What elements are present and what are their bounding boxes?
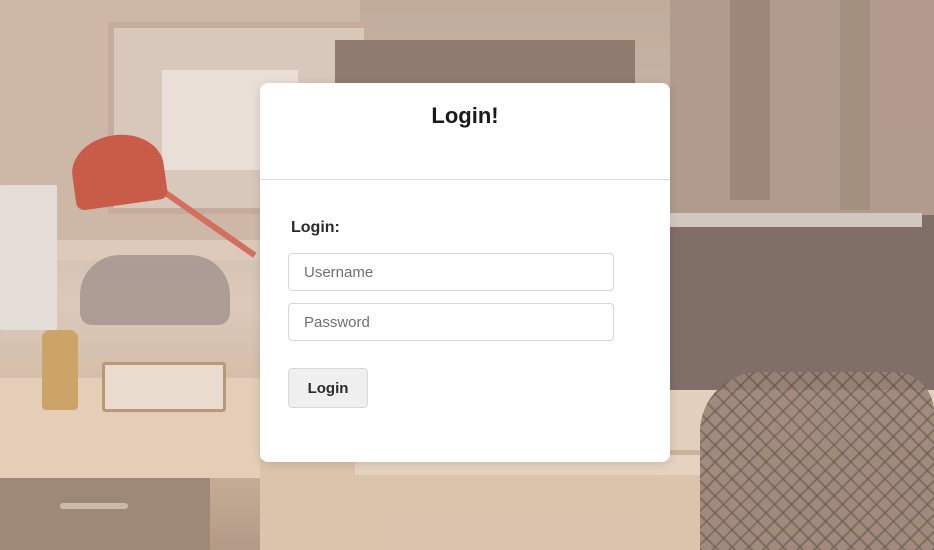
- modal-title: Login!: [431, 103, 499, 128]
- login-modal: Login! Login: Login: [260, 83, 670, 462]
- login-button[interactable]: Login: [288, 368, 368, 408]
- modal-header: Login!: [260, 83, 670, 180]
- form-label: Login:: [291, 219, 340, 236]
- username-input[interactable]: [288, 253, 614, 291]
- password-input[interactable]: [288, 303, 614, 341]
